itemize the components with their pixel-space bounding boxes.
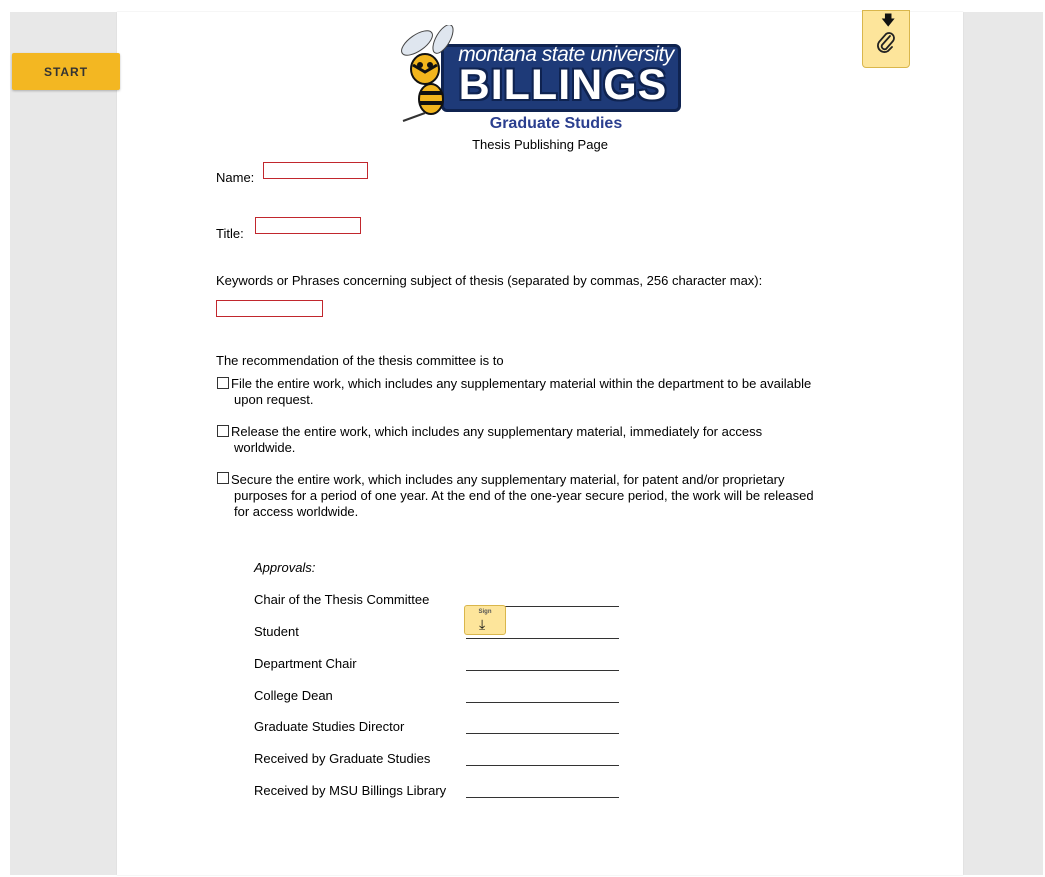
approval-role: Chair of the Thesis Committee <box>254 592 430 607</box>
option-release-line2: worldwide. <box>234 440 296 455</box>
yellowjacket-mascot-icon <box>401 25 454 122</box>
signature-line[interactable] <box>466 732 619 734</box>
sign-tag-label: Sign <box>478 609 492 615</box>
signature-line[interactable] <box>466 796 619 798</box>
attachment-tab[interactable]: 🡇 <box>862 10 910 68</box>
keywords-field[interactable] <box>216 300 323 317</box>
title-field[interactable] <box>255 217 361 234</box>
start-button[interactable]: START <box>12 53 120 90</box>
signature-line[interactable] <box>466 701 619 703</box>
download-arrow-icon: ⤓ <box>479 616 486 632</box>
signature-line[interactable] <box>466 764 619 766</box>
signature-line[interactable] <box>466 637 619 639</box>
download-arrow-icon: 🡇 <box>881 12 896 28</box>
signature-line[interactable] <box>466 669 619 671</box>
approval-role: Received by MSU Billings Library <box>254 783 447 798</box>
option-secure-line3: for access worldwide. <box>234 504 359 519</box>
option-file-checkbox[interactable] <box>217 377 229 389</box>
keywords-label: Keywords or Phrases concerning subject o… <box>216 273 763 288</box>
option-release-line1: Release the entire work, which includes … <box>231 424 763 439</box>
paperclip-icon <box>877 32 895 53</box>
department-heading: Graduate Studies <box>489 115 623 132</box>
page-subtitle: Thesis Publishing Page <box>472 137 608 152</box>
option-file-line1: File the entire work, which includes any… <box>231 376 812 391</box>
logo-billings-text: BILLINGS <box>458 61 668 109</box>
recommendation-label: The recommendation of the thesis committ… <box>216 353 504 368</box>
approval-role: Student <box>254 624 299 639</box>
approval-role: College Dean <box>254 688 333 703</box>
approval-role: Received by Graduate Studies <box>254 751 431 766</box>
name-field[interactable] <box>263 162 368 179</box>
approvals-heading: Approvals: <box>254 560 316 575</box>
option-secure-line2: purposes for a period of one year. At th… <box>234 488 814 503</box>
approval-role: Graduate Studies Director <box>254 719 405 734</box>
option-secure-line1: Secure the entire work, which includes a… <box>231 472 785 487</box>
approval-role: Department Chair <box>254 656 357 671</box>
title-label: Title: <box>216 226 244 241</box>
option-secure-checkbox[interactable] <box>217 472 229 484</box>
msu-billings-logo: montana state university BILLINGS <box>395 25 685 123</box>
name-label: Name: <box>216 170 255 185</box>
sign-here-tag[interactable]: Sign ⤓ <box>464 605 506 635</box>
option-release-checkbox[interactable] <box>217 425 229 437</box>
option-file-line2: upon request. <box>234 392 314 407</box>
